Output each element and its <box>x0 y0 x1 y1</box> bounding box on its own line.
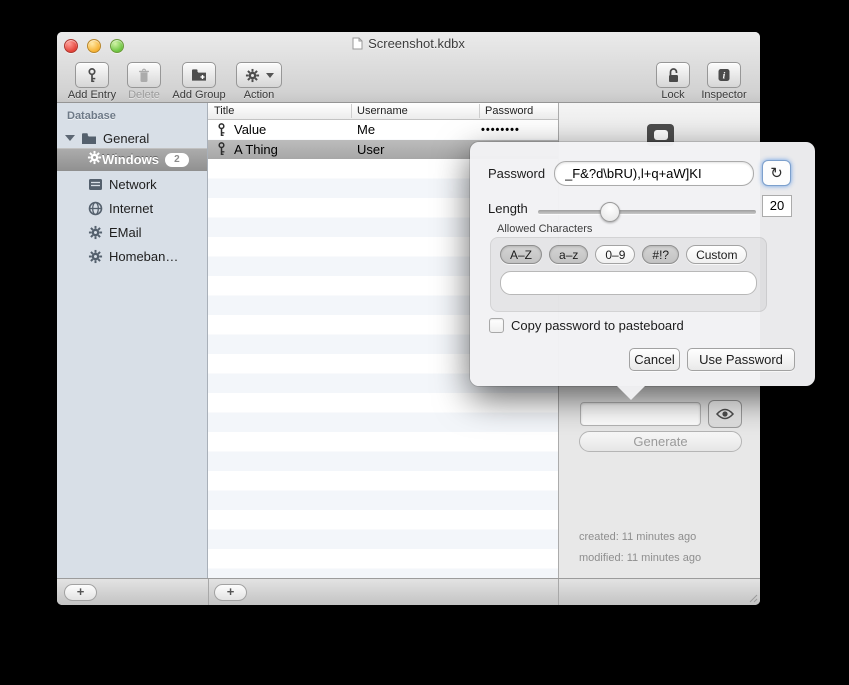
show-password-button[interactable] <box>708 400 742 428</box>
inspector-button[interactable]: i <box>707 62 741 88</box>
pill-lowercase[interactable]: a–z <box>549 245 588 264</box>
lock-label: Lock <box>661 89 684 101</box>
action-label: Action <box>244 89 275 101</box>
refresh-icon: ↻ <box>770 164 783 182</box>
generated-password-field[interactable] <box>554 161 754 186</box>
add-entry-label: Add Entry <box>68 89 116 101</box>
slider-track[interactable] <box>538 210 756 214</box>
entry-password: •••••••• <box>481 124 520 136</box>
allowed-characters-label: Allowed Characters <box>497 223 592 235</box>
character-class-pills: A–Z a–z 0–9 #!? Custom <box>500 245 747 264</box>
sidebar-item-internet[interactable]: Internet <box>57 198 207 218</box>
column-header-username[interactable]: Username <box>357 105 408 117</box>
modified-timestamp: modified: 11 minutes ago <box>579 552 701 564</box>
action-button[interactable] <box>236 62 282 88</box>
add-entry-button[interactable] <box>75 62 109 88</box>
column-divider[interactable] <box>351 104 352 118</box>
image-placeholder-icon <box>654 130 668 140</box>
slider-thumb[interactable] <box>600 202 620 222</box>
inspector-password-field[interactable] <box>580 402 701 426</box>
copy-to-pasteboard-row: Copy password to pasteboard <box>489 318 684 333</box>
resize-grip[interactable] <box>746 591 758 603</box>
document-icon <box>352 37 363 50</box>
sidebar-item-network[interactable]: Network <box>57 174 207 194</box>
globe-icon <box>87 200 103 216</box>
length-slider[interactable] <box>538 202 756 222</box>
lock-button[interactable] <box>656 62 690 88</box>
sidebar-item-windows[interactable]: Windows 2 <box>57 148 207 171</box>
sidebar-item-label: EMail <box>109 225 142 240</box>
column-header-password[interactable]: Password <box>485 105 533 117</box>
window-title: Screenshot.kdbx <box>57 36 760 51</box>
sidebar-item-label: Internet <box>109 201 153 216</box>
disclosure-triangle-icon[interactable] <box>65 135 75 141</box>
key-icon <box>85 68 99 83</box>
svg-text:i: i <box>723 72 726 82</box>
bottom-bar: + + <box>57 578 760 605</box>
column-divider[interactable] <box>479 104 480 118</box>
entry-username: User <box>357 142 384 157</box>
title-bar: Screenshot.kdbx Add Entry Delete <box>57 32 760 103</box>
use-password-button[interactable]: Use Password <box>687 348 795 371</box>
pill-uppercase[interactable]: A–Z <box>500 245 542 264</box>
table-row[interactable]: Value Me •••••••• <box>208 120 558 140</box>
pill-digits[interactable]: 0–9 <box>595 245 635 264</box>
gear-icon <box>87 150 102 170</box>
folder-icon <box>81 130 97 146</box>
table-header: Title Username Password <box>208 103 558 120</box>
sidebar-item-label: Homeban… <box>109 249 178 264</box>
copy-to-pasteboard-label: Copy password to pasteboard <box>511 318 684 333</box>
chevron-down-icon <box>266 73 274 78</box>
length-value-field[interactable]: 20 <box>762 195 792 217</box>
regenerate-button[interactable]: ↻ <box>762 160 791 186</box>
key-icon <box>215 142 228 156</box>
add-group-plus-button[interactable]: + <box>64 584 97 601</box>
add-entry-plus-button[interactable]: + <box>214 584 247 601</box>
add-group-button[interactable] <box>182 62 216 88</box>
entry-count-badge: 2 <box>165 153 189 167</box>
gear-icon <box>87 224 103 240</box>
trash-icon <box>137 68 151 83</box>
lock-open-icon <box>666 67 681 83</box>
column-header-title[interactable]: Title <box>214 105 234 117</box>
generate-button[interactable]: Generate <box>579 431 742 452</box>
pill-custom[interactable]: Custom <box>686 245 747 264</box>
info-icon: i <box>716 68 732 82</box>
pill-symbols[interactable]: #!? <box>642 245 679 264</box>
eye-icon <box>716 408 734 420</box>
sidebar-item-label: Network <box>109 177 157 192</box>
folder-plus-icon <box>191 68 207 82</box>
cancel-button[interactable]: Cancel <box>629 348 680 371</box>
sidebar-item-label: Windows <box>102 152 159 167</box>
copy-to-pasteboard-checkbox[interactable] <box>489 318 504 333</box>
add-group-label: Add Group <box>172 89 225 101</box>
sidebar-item-general[interactable]: General <box>57 128 207 148</box>
key-icon <box>215 123 228 137</box>
password-label: Password <box>488 166 545 181</box>
delete-button[interactable] <box>127 62 161 88</box>
gear-icon <box>87 248 103 264</box>
popover-arrow <box>617 386 645 400</box>
allowed-characters-group: A–Z a–z 0–9 #!? Custom <box>490 237 767 312</box>
sidebar-item-email[interactable]: EMail <box>57 222 207 242</box>
created-timestamp: created: 11 minutes ago <box>579 531 696 543</box>
gear-icon <box>245 68 260 83</box>
length-label: Length <box>488 201 528 216</box>
password-generator-popover: Password ↻ Length 20 Allowed Characters … <box>470 142 815 386</box>
divider <box>208 579 209 605</box>
entry-title: A Thing <box>234 142 278 157</box>
sidebar: Database General <box>57 103 208 578</box>
entry-username: Me <box>357 122 375 137</box>
delete-label: Delete <box>128 89 160 101</box>
entry-title: Value <box>234 122 266 137</box>
inspector-label: Inspector <box>701 89 746 101</box>
sidebar-item-homebanking[interactable]: Homeban… <box>57 246 207 266</box>
network-icon <box>87 176 103 192</box>
custom-characters-field[interactable] <box>500 271 757 295</box>
divider <box>558 579 559 605</box>
sidebar-item-label: General <box>103 131 149 146</box>
sidebar-header-database: Database <box>67 110 116 122</box>
